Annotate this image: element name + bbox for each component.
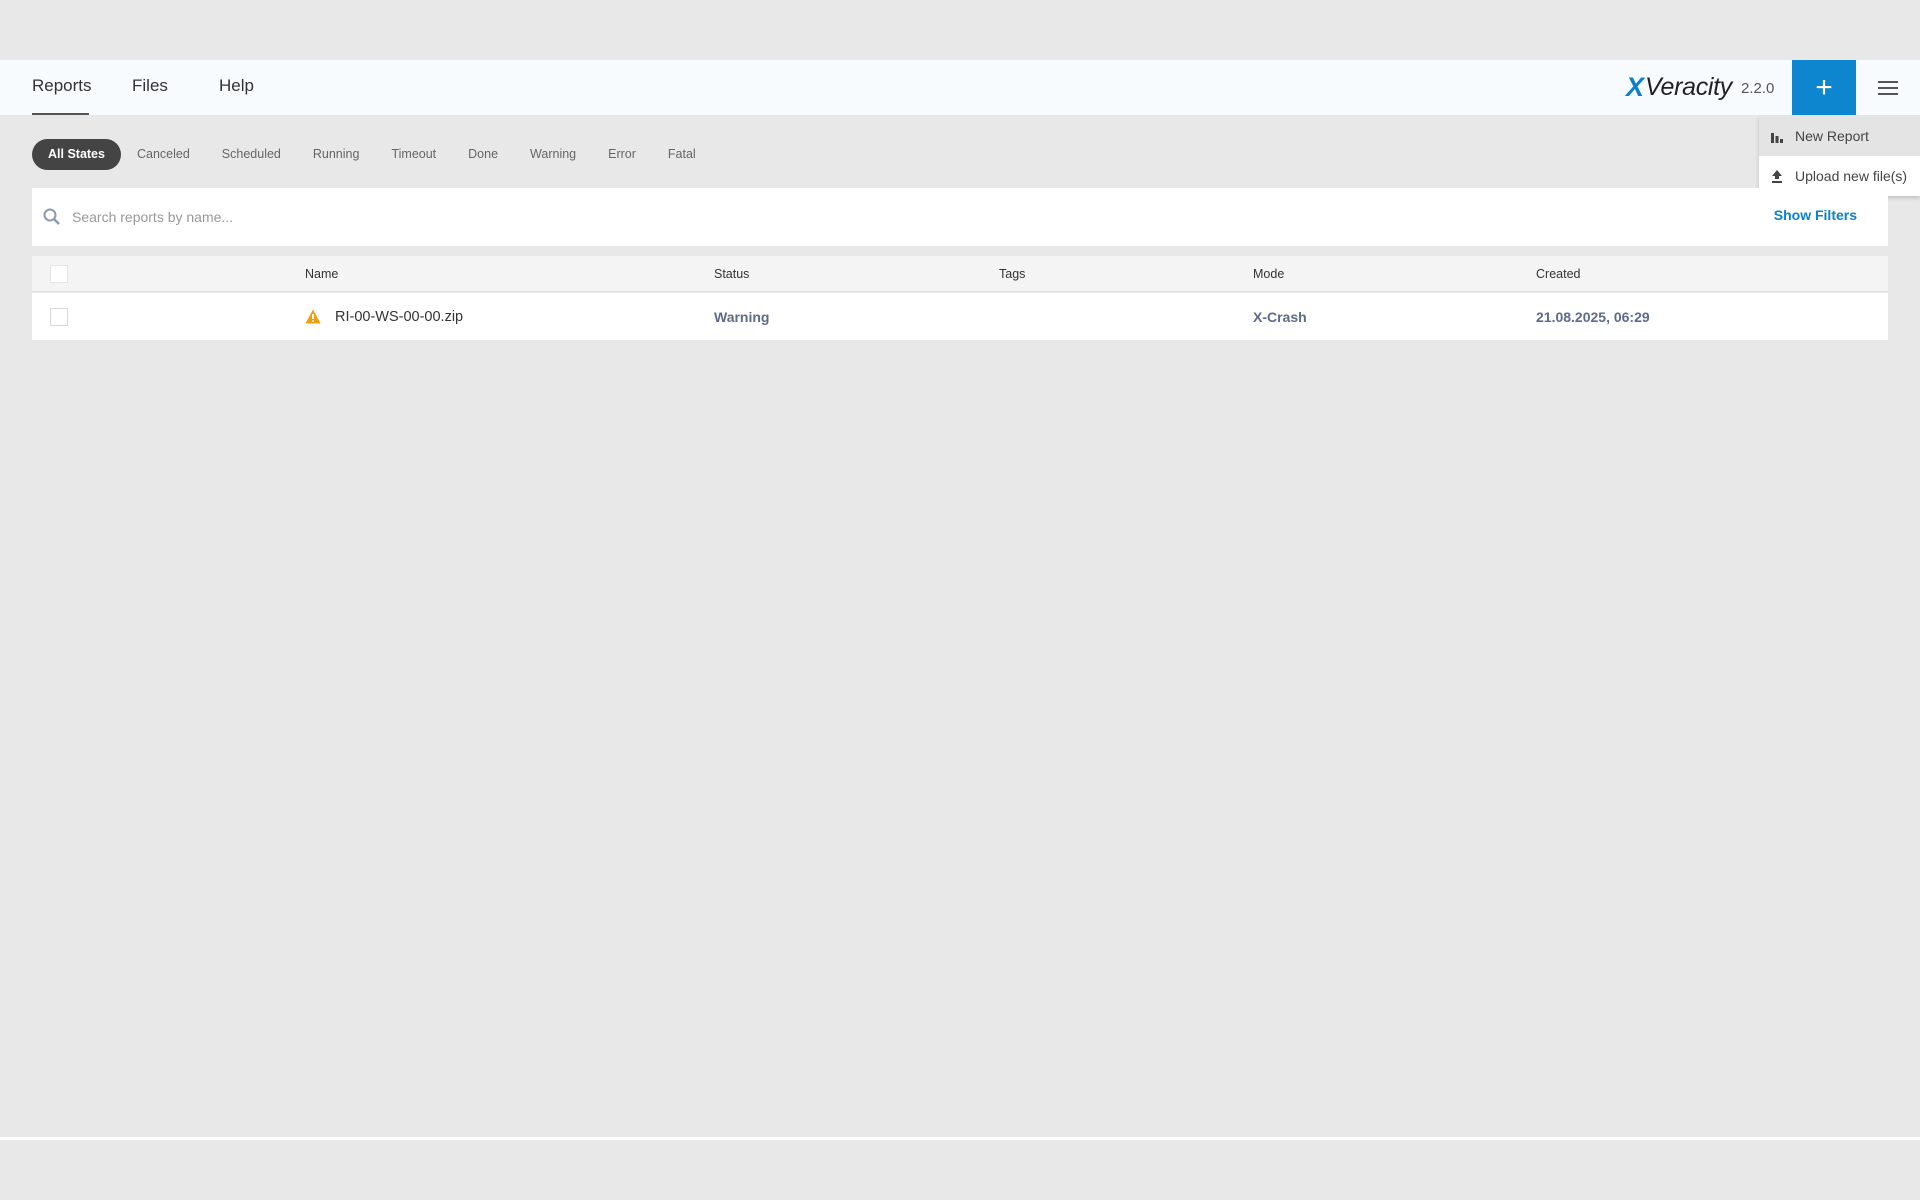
row-checkbox[interactable] <box>50 307 68 326</box>
show-filters-button[interactable]: Show Filters <box>1774 207 1857 223</box>
search-icon <box>42 207 62 232</box>
select-all-checkbox[interactable] <box>50 264 68 283</box>
footer-divider <box>0 1137 1920 1140</box>
hamburger-menu-button[interactable] <box>1872 60 1904 115</box>
app-version: 2.2.0 <box>1741 80 1775 97</box>
row-status: Warning <box>714 308 770 325</box>
row-name-cell: RI-00-WS-00-00.zip <box>305 293 463 340</box>
chip-timeout[interactable]: Timeout <box>375 139 452 170</box>
upload-icon <box>1759 169 1795 183</box>
table-header: Name Status Tags Mode Created <box>32 256 1888 292</box>
brand-name: Veracity <box>1645 73 1732 101</box>
chip-scheduled[interactable]: Scheduled <box>206 139 297 170</box>
tab-help[interactable]: Help <box>219 60 254 115</box>
add-button[interactable]: + <box>1792 60 1856 115</box>
chip-running[interactable]: Running <box>297 139 376 170</box>
chip-all-states[interactable]: All States <box>32 139 121 170</box>
menu-item-label: New Report <box>1795 128 1869 144</box>
add-dropdown-menu: New Report Upload new file(s) <box>1759 116 1920 196</box>
tab-reports[interactable]: Reports <box>32 60 92 115</box>
header-created[interactable]: Created <box>1536 256 1580 291</box>
state-filter-chips: All States Canceled Scheduled Running Ti… <box>32 139 712 170</box>
tab-files[interactable]: Files <box>132 60 168 115</box>
row-created: 21.08.2025, 06:29 <box>1536 308 1650 325</box>
bar-chart-icon <box>1759 129 1795 143</box>
brand-logo: X Veracity 2.2.0 <box>1626 60 1774 115</box>
header-select-all <box>50 256 68 291</box>
header-status[interactable]: Status <box>714 256 749 291</box>
header-name[interactable]: Name <box>305 256 338 291</box>
header-tags[interactable]: Tags <box>999 256 1025 291</box>
chip-warning[interactable]: Warning <box>514 139 592 170</box>
top-navbar: Reports Files Help X Veracity 2.2.0 + <box>0 60 1920 115</box>
chip-done[interactable]: Done <box>452 139 514 170</box>
row-mode: X-Crash <box>1253 308 1307 325</box>
header-mode[interactable]: Mode <box>1253 256 1284 291</box>
chip-canceled[interactable]: Canceled <box>121 139 206 170</box>
search-bar: Show Filters <box>32 188 1888 246</box>
table-row[interactable]: RI-00-WS-00-00.zip Warning X-Crash 21.08… <box>32 293 1888 340</box>
chip-fatal[interactable]: Fatal <box>652 139 712 170</box>
warning-icon <box>305 309 321 324</box>
chip-error[interactable]: Error <box>592 139 652 170</box>
menu-item-new-report[interactable]: New Report <box>1759 116 1920 156</box>
menu-item-label: Upload new file(s) <box>1795 168 1908 184</box>
hamburger-icon <box>1878 80 1898 95</box>
search-input[interactable] <box>72 202 1372 232</box>
report-name[interactable]: RI-00-WS-00-00.zip <box>335 309 463 325</box>
app-page: Reports Files Help X Veracity 2.2.0 + Ne… <box>0 0 1920 1200</box>
row-select <box>50 293 68 340</box>
brand-x-mark: X <box>1626 72 1645 102</box>
